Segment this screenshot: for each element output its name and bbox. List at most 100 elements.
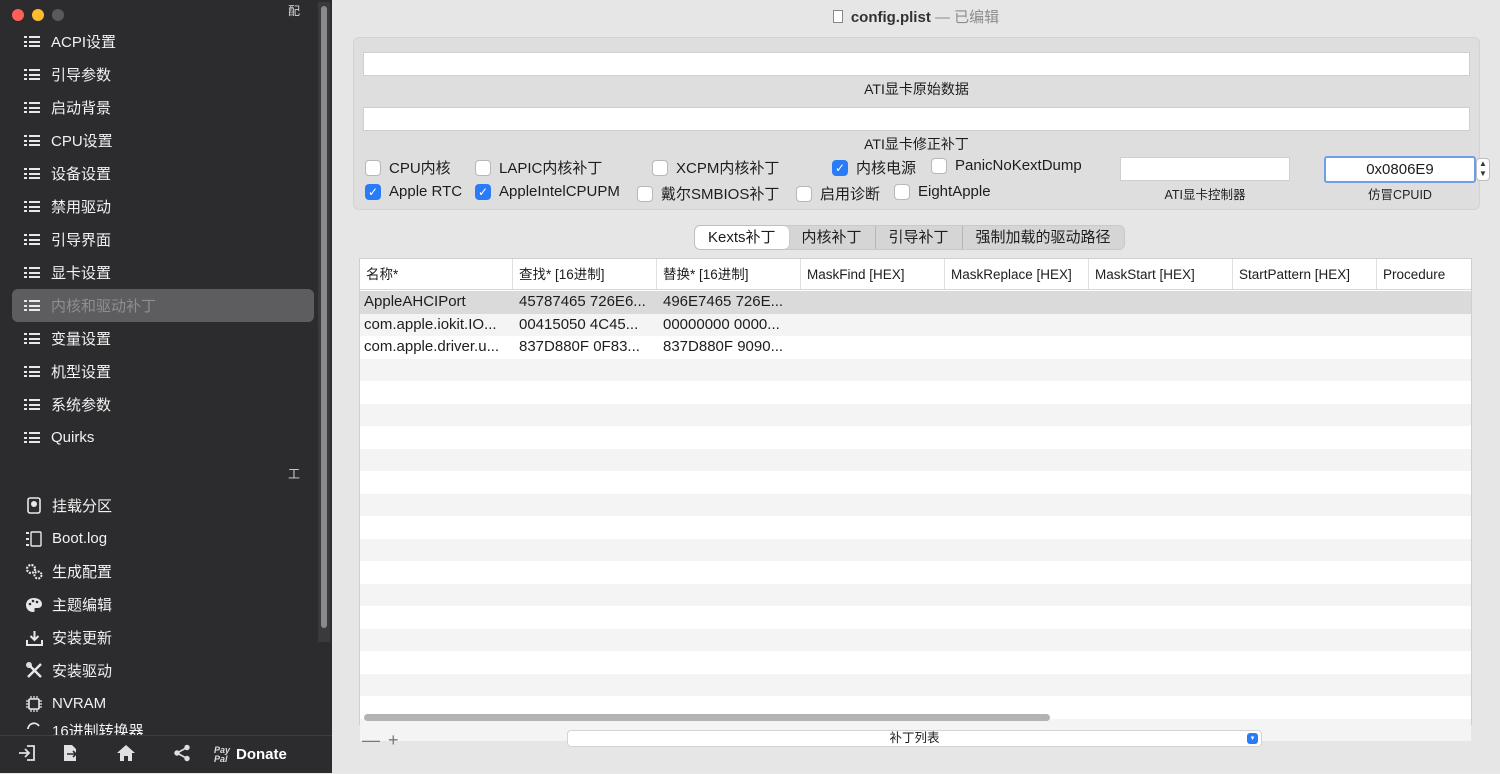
sidebar-item-quirks[interactable]: Quirks: [12, 421, 314, 454]
tab-force-kexts[interactable]: 强制加载的驱动路径: [963, 226, 1124, 249]
checkbox-box[interactable]: [365, 159, 381, 176]
table-horizontal-scrollbar[interactable]: [364, 714, 1050, 721]
export-button[interactable]: [42, 736, 98, 774]
zoom-window-button[interactable]: [52, 9, 64, 21]
list-icon: [24, 101, 40, 114]
column-header-mask-replace[interactable]: MaskReplace [HEX]: [945, 259, 1089, 289]
patch-list-popup[interactable]: 补丁列表 ▾: [567, 730, 1262, 747]
sidebar-item-boot-graphics[interactable]: 启动背景: [12, 91, 314, 124]
palette-icon: [24, 596, 44, 614]
sidebar-item-kernel-kext-patches[interactable]: 内核和驱动补丁: [12, 289, 314, 322]
tool-label: Boot.log: [52, 530, 108, 547]
home-button[interactable]: [98, 736, 154, 774]
tab-kexts-patches[interactable]: Kexts补丁: [695, 226, 789, 249]
column-header-replace[interactable]: 替换* [16进制]: [657, 259, 801, 289]
ati-controller-field[interactable]: [1120, 157, 1290, 181]
tools-section-tag: 工: [287, 467, 300, 481]
tab-boot-patches[interactable]: 引导补丁: [876, 226, 963, 249]
column-header-mask-find[interactable]: MaskFind [HEX]: [801, 259, 945, 289]
checkbox-label: 启用诊断: [820, 186, 881, 203]
checkbox-lapic-patch[interactable]: LAPIC内核补丁: [475, 157, 602, 178]
fake-cpuid-field[interactable]: 0x0806E9: [1324, 156, 1476, 183]
sidebar-item-smbios[interactable]: 机型设置: [12, 355, 314, 388]
table-row[interactable]: com.apple.driver.u... 837D880F 0F83... 8…: [360, 336, 1471, 359]
donate-label: Donate: [236, 746, 287, 763]
ati-raw-data-field[interactable]: [363, 52, 1470, 76]
sidebar-item-boot-args[interactable]: 引导参数: [12, 58, 314, 91]
fake-cpuid-stepper[interactable]: ▲ ▼: [1476, 158, 1490, 181]
remove-row-button[interactable]: —: [362, 730, 380, 751]
checkbox-apple-rtc[interactable]: ✓ Apple RTC: [365, 183, 462, 200]
column-header-name[interactable]: 名称*: [360, 259, 513, 289]
sidebar-item-acpi[interactable]: ACPI设置: [12, 25, 314, 58]
checkbox-cpu-kernel[interactable]: CPU内核: [365, 157, 451, 178]
sidebar-item-label: 内核和驱动补丁: [51, 298, 157, 315]
empty-row: [360, 561, 1471, 584]
list-icon: [24, 431, 40, 444]
checkbox-label: AppleIntelCPUPM: [499, 183, 620, 200]
patch-list-label: 补丁列表: [889, 731, 940, 745]
checkbox-debug[interactable]: 启用诊断: [796, 183, 880, 204]
table-row[interactable]: com.apple.iokit.IO... 00415050 4C45... 0…: [360, 313, 1471, 336]
checkbox-box-checked[interactable]: ✓: [475, 183, 491, 200]
checkbox-box[interactable]: [652, 159, 668, 176]
sidebar-scrollbar[interactable]: [318, 2, 330, 642]
empty-row: [360, 358, 1471, 381]
checkbox-box-checked[interactable]: ✓: [365, 183, 381, 200]
donate-button[interactable]: Pay Pal Donate: [214, 745, 287, 764]
column-header-start-pattern[interactable]: StartPattern [HEX]: [1233, 259, 1377, 289]
sidebar-scroll-thumb[interactable]: [321, 6, 327, 628]
wrench-icon: [24, 662, 44, 680]
minimize-window-button[interactable]: [32, 9, 44, 21]
column-header-mask-start[interactable]: MaskStart [HEX]: [1089, 259, 1233, 289]
list-icon: [24, 167, 40, 180]
sidebar-item-disable-drivers[interactable]: 禁用驱动: [12, 190, 314, 223]
checkbox-panic-no-kext-dump[interactable]: PanicNoKextDump: [931, 157, 1082, 174]
tool-boot-log[interactable]: Boot.log: [12, 522, 314, 555]
share-button[interactable]: [154, 736, 210, 774]
checkbox-kernel-pm[interactable]: ✓ 内核电源: [832, 157, 916, 178]
tool-theme-editor[interactable]: 主题编辑: [12, 588, 314, 621]
sidebar-item-rt-variables[interactable]: 变量设置: [12, 322, 314, 355]
add-row-button[interactable]: +: [388, 730, 399, 751]
close-window-button[interactable]: [12, 9, 24, 21]
checkbox-box-checked[interactable]: ✓: [832, 159, 848, 176]
ati-controller-caption: ATI显卡控制器: [1164, 188, 1246, 202]
checkbox-xcpm-patch[interactable]: XCPM内核补丁: [652, 157, 779, 178]
tool-generate-config[interactable]: 生成配置: [12, 555, 314, 588]
sidebar-item-graphics[interactable]: 显卡设置: [12, 256, 314, 289]
sidebar-item-label: 引导界面: [51, 232, 112, 249]
column-header-procedure[interactable]: Procedure: [1377, 259, 1471, 289]
sidebar-item-cpu[interactable]: CPU设置: [12, 124, 314, 157]
checkbox-eight-apple[interactable]: EightApple: [894, 183, 991, 200]
tool-install-update[interactable]: 安装更新: [12, 621, 314, 654]
checkbox-label: LAPIC内核补丁: [499, 160, 603, 177]
tool-mount-partition[interactable]: 挂载分区: [12, 489, 314, 522]
checkbox-box[interactable]: [637, 185, 653, 202]
column-header-find[interactable]: 查找* [16进制]: [513, 259, 657, 289]
import-button[interactable]: [12, 736, 42, 774]
ati-patch-field[interactable]: [363, 107, 1470, 131]
sidebar-item-gui[interactable]: 引导界面: [12, 223, 314, 256]
checkbox-apple-intel-cpupm[interactable]: ✓ AppleIntelCPUPM: [475, 183, 620, 200]
tool-install-drivers[interactable]: 安装驱动: [12, 654, 314, 687]
tab-kernel-patches[interactable]: 内核补丁: [789, 226, 876, 249]
sidebar-item-system-params[interactable]: 系统参数: [12, 388, 314, 421]
checkbox-label: EightApple: [918, 183, 991, 200]
checkbox-box[interactable]: [475, 159, 491, 176]
paypal-icon: Pay Pal: [214, 745, 230, 764]
table-row[interactable]: AppleAHCIPort 45787465 726E6... 496E7465…: [360, 291, 1471, 314]
checkbox-box[interactable]: [931, 157, 947, 174]
checkbox-box[interactable]: [796, 185, 812, 202]
download-icon: [24, 629, 44, 647]
checkbox-dell-smbios[interactable]: 戴尔SMBIOS补丁: [637, 183, 779, 204]
sidebar-item-devices[interactable]: 设备设置: [12, 157, 314, 190]
tool-label: 安装驱动: [52, 663, 113, 680]
window-controls: [12, 9, 64, 21]
checkbox-box[interactable]: [894, 183, 910, 200]
sidebar-item-label: 禁用驱动: [51, 199, 112, 216]
tool-nvram[interactable]: NVRAM: [12, 687, 314, 720]
list-icon: [24, 365, 40, 378]
tools-nav-list: 挂载分区 Boot.log 生成配置 主题编辑 安装更新 安装驱动 NVRAM: [12, 489, 314, 740]
sidebar-bottom-toolbar: Pay Pal Donate: [0, 735, 332, 773]
